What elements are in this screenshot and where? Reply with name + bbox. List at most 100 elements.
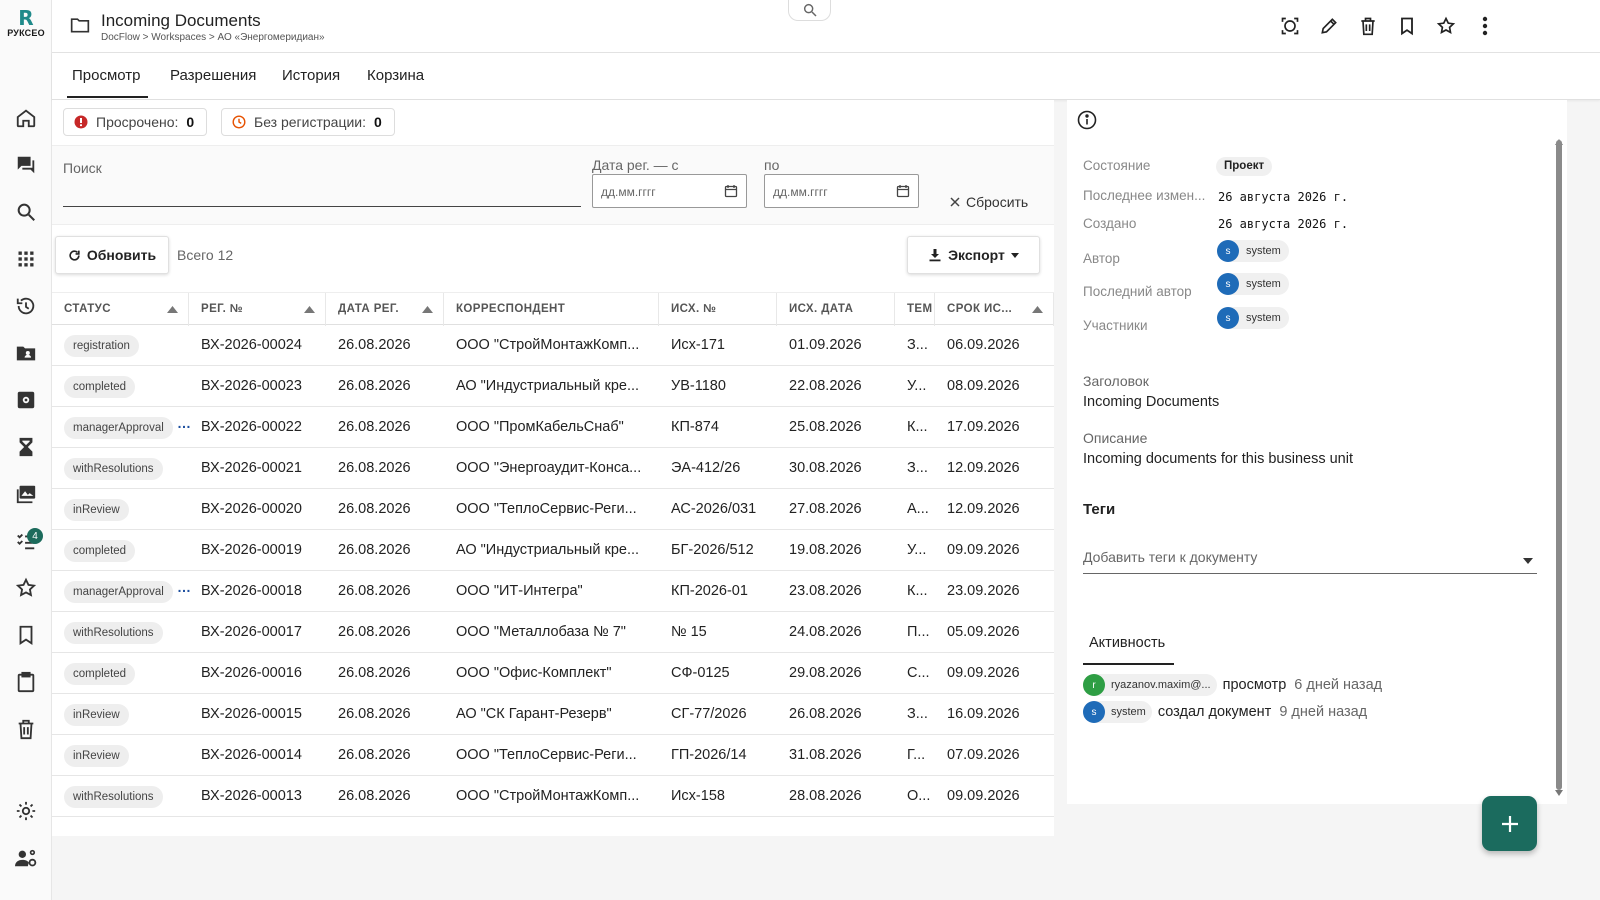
- sort-arrow-icon[interactable]: [1032, 306, 1043, 313]
- tab-permissions[interactable]: Разрешения: [170, 67, 256, 84]
- create-document-button[interactable]: [1482, 796, 1537, 851]
- column-header[interactable]: ДАТА РЕГ.: [326, 293, 444, 326]
- details-scrollbar[interactable]: [1556, 140, 1562, 790]
- search-icon[interactable]: [12, 198, 40, 226]
- reset-filters-button[interactable]: Сбросить: [950, 194, 1028, 210]
- gallery-icon[interactable]: [12, 480, 40, 508]
- outgoing-date-cell: 28.08.2026: [789, 788, 862, 804]
- column-header[interactable]: РЕГ. №: [189, 293, 326, 326]
- reg-number-cell: ВХ-2026-00022: [201, 419, 302, 435]
- close-icon: [950, 197, 960, 207]
- tasks-count-badge: 4: [27, 528, 43, 544]
- column-header[interactable]: ИСХ. №: [659, 293, 777, 326]
- table-row[interactable]: registration ВХ-2026-00024 26.08.2026 ООО "…: [52, 325, 1054, 366]
- column-header[interactable]: КОРРЕСПОНДЕНТ: [444, 293, 659, 326]
- table-body: registration ВХ-2026-00024 26.08.2026 ООО "…: [52, 325, 1054, 817]
- sort-arrow-icon[interactable]: [304, 306, 315, 313]
- reg-date-cell: 26.08.2026: [338, 337, 411, 353]
- calendar-icon[interactable]: [896, 184, 910, 198]
- activity-user-chip[interactable]: r ryazanov.maxim@...: [1083, 674, 1217, 696]
- last-author-chip[interactable]: s system: [1217, 273, 1289, 295]
- tab-activity[interactable]: Активность: [1089, 635, 1165, 651]
- history-icon[interactable]: [12, 292, 40, 320]
- edit-icon[interactable]: [1316, 13, 1342, 39]
- unregistered-filter-chip[interactable]: Без регистрации: 0: [221, 108, 395, 136]
- reg-date-cell: 26.08.2026: [338, 460, 411, 476]
- caret-down-icon: [1523, 558, 1533, 564]
- table-row[interactable]: withResolutions ВХ-2026-00013 26.08.2026 ОО…: [52, 776, 1054, 817]
- apps-icon[interactable]: [12, 245, 40, 273]
- participant-chip[interactable]: s system: [1217, 307, 1289, 329]
- date-from-label: Дата рег. — с: [592, 157, 679, 173]
- sort-arrow-icon[interactable]: [422, 306, 433, 313]
- column-header[interactable]: ИСХ. ДАТА: [777, 293, 895, 326]
- date-from-input[interactable]: дд.мм.гггг: [592, 174, 747, 208]
- table-row[interactable]: managerApproval… ВХ-2026-00018 26.08.2026 О…: [52, 571, 1054, 612]
- home-icon[interactable]: [12, 104, 40, 132]
- correspondent-cell: ООО "Энергоаудит-Конса...: [456, 460, 642, 476]
- column-header[interactable]: ТЕМ: [895, 293, 935, 326]
- refresh-button[interactable]: Обновить: [55, 236, 169, 274]
- table-row[interactable]: withResolutions ВХ-2026-00017 26.08.2026 ОО…: [52, 612, 1054, 653]
- due-date-cell: 12.09.2026: [947, 460, 1020, 476]
- table-row[interactable]: withResolutions ВХ-2026-00021 26.08.2026 ОО…: [52, 448, 1054, 489]
- bookmark-icon[interactable]: [1394, 13, 1420, 39]
- scroll-down-arrow[interactable]: [1555, 790, 1563, 796]
- overdue-filter-chip[interactable]: Просрочено: 0: [63, 108, 208, 136]
- tab-view[interactable]: Просмотр: [72, 67, 141, 84]
- chat-icon[interactable]: [12, 151, 40, 179]
- app-logo[interactable]: R РУКСЕО: [4, 8, 48, 38]
- date-to-input[interactable]: дд.мм.гггг: [764, 174, 919, 208]
- status-badge: completed: [64, 663, 136, 685]
- column-header[interactable]: СТАТУС: [52, 293, 189, 326]
- correspondent-cell: ООО "ПромКабельСнаб": [456, 419, 624, 435]
- delete-icon[interactable]: [1355, 13, 1381, 39]
- clipboard-icon[interactable]: [12, 668, 40, 696]
- documents-table: СТАТУС РЕГ. № ДАТА РЕГ. КОРРЕСПОНДЕНТ ИСХ. №…: [52, 292, 1054, 817]
- info-icon[interactable]: [1077, 110, 1097, 130]
- settings-box-icon[interactable]: [12, 386, 40, 414]
- star-icon[interactable]: [1433, 13, 1459, 39]
- plus-icon: [1501, 815, 1518, 832]
- topic-cell: З...: [907, 706, 928, 722]
- state-badge: Проект: [1216, 157, 1273, 176]
- tags-select[interactable]: Добавить теги к документу: [1083, 548, 1537, 574]
- table-row[interactable]: completed ВХ-2026-00016 26.08.2026 ООО "Офи…: [52, 653, 1054, 694]
- author-chip[interactable]: s system: [1217, 240, 1289, 262]
- calendar-icon[interactable]: [724, 184, 738, 198]
- shared-folder-icon[interactable]: [12, 339, 40, 367]
- activity-user-chip[interactable]: s system: [1083, 701, 1152, 723]
- bookmark-icon[interactable]: [12, 621, 40, 649]
- hourglass-icon[interactable]: [12, 433, 40, 461]
- more-vert-icon[interactable]: [1472, 13, 1498, 39]
- trash-icon[interactable]: [12, 715, 40, 743]
- tab-history[interactable]: История: [282, 67, 340, 84]
- breadcrumb[interactable]: DocFlow > Workspaces > АО «Энергомеридиа…: [101, 32, 325, 43]
- more-statuses-indicator[interactable]: …: [177, 415, 191, 431]
- global-search-button[interactable]: [788, 0, 831, 21]
- table-row[interactable]: inReview ВХ-2026-00020 26.08.2026 ООО "Тепл…: [52, 489, 1054, 530]
- search-input[interactable]: [63, 206, 581, 207]
- table-row[interactable]: completed ВХ-2026-00019 26.08.2026 АО "Инду…: [52, 530, 1054, 571]
- sort-arrow-icon[interactable]: [167, 306, 178, 313]
- topic-cell: А...: [907, 501, 929, 517]
- table-row[interactable]: inReview ВХ-2026-00015 26.08.2026 АО "СК Га…: [52, 694, 1054, 735]
- table-row[interactable]: managerApproval… ВХ-2026-00022 26.08.2026 О…: [52, 407, 1054, 448]
- gear-icon[interactable]: [12, 797, 40, 825]
- more-statuses-indicator[interactable]: …: [177, 579, 191, 595]
- outgoing-number-cell: АС-2026/031: [671, 501, 757, 517]
- correspondent-cell: ООО "ТеплоСервис-Реги...: [456, 501, 637, 517]
- tab-trash[interactable]: Корзина: [367, 67, 424, 84]
- star-icon[interactable]: [12, 574, 40, 602]
- export-button[interactable]: Экспорт: [907, 236, 1040, 274]
- outgoing-number-cell: № 15: [671, 624, 707, 640]
- topic-cell: Г...: [907, 747, 926, 763]
- user-settings-icon[interactable]: [12, 844, 40, 872]
- focus-icon[interactable]: [1277, 13, 1303, 39]
- column-header[interactable]: СРОК ИС...: [935, 293, 1054, 326]
- status-badge: registration: [64, 335, 139, 357]
- download-icon: [929, 249, 941, 262]
- table-row[interactable]: inReview ВХ-2026-00014 26.08.2026 ООО "Тепл…: [52, 735, 1054, 776]
- table-row[interactable]: completed ВХ-2026-00023 26.08.2026 АО "Инду…: [52, 366, 1054, 407]
- activity-action: создал документ: [1157, 704, 1272, 720]
